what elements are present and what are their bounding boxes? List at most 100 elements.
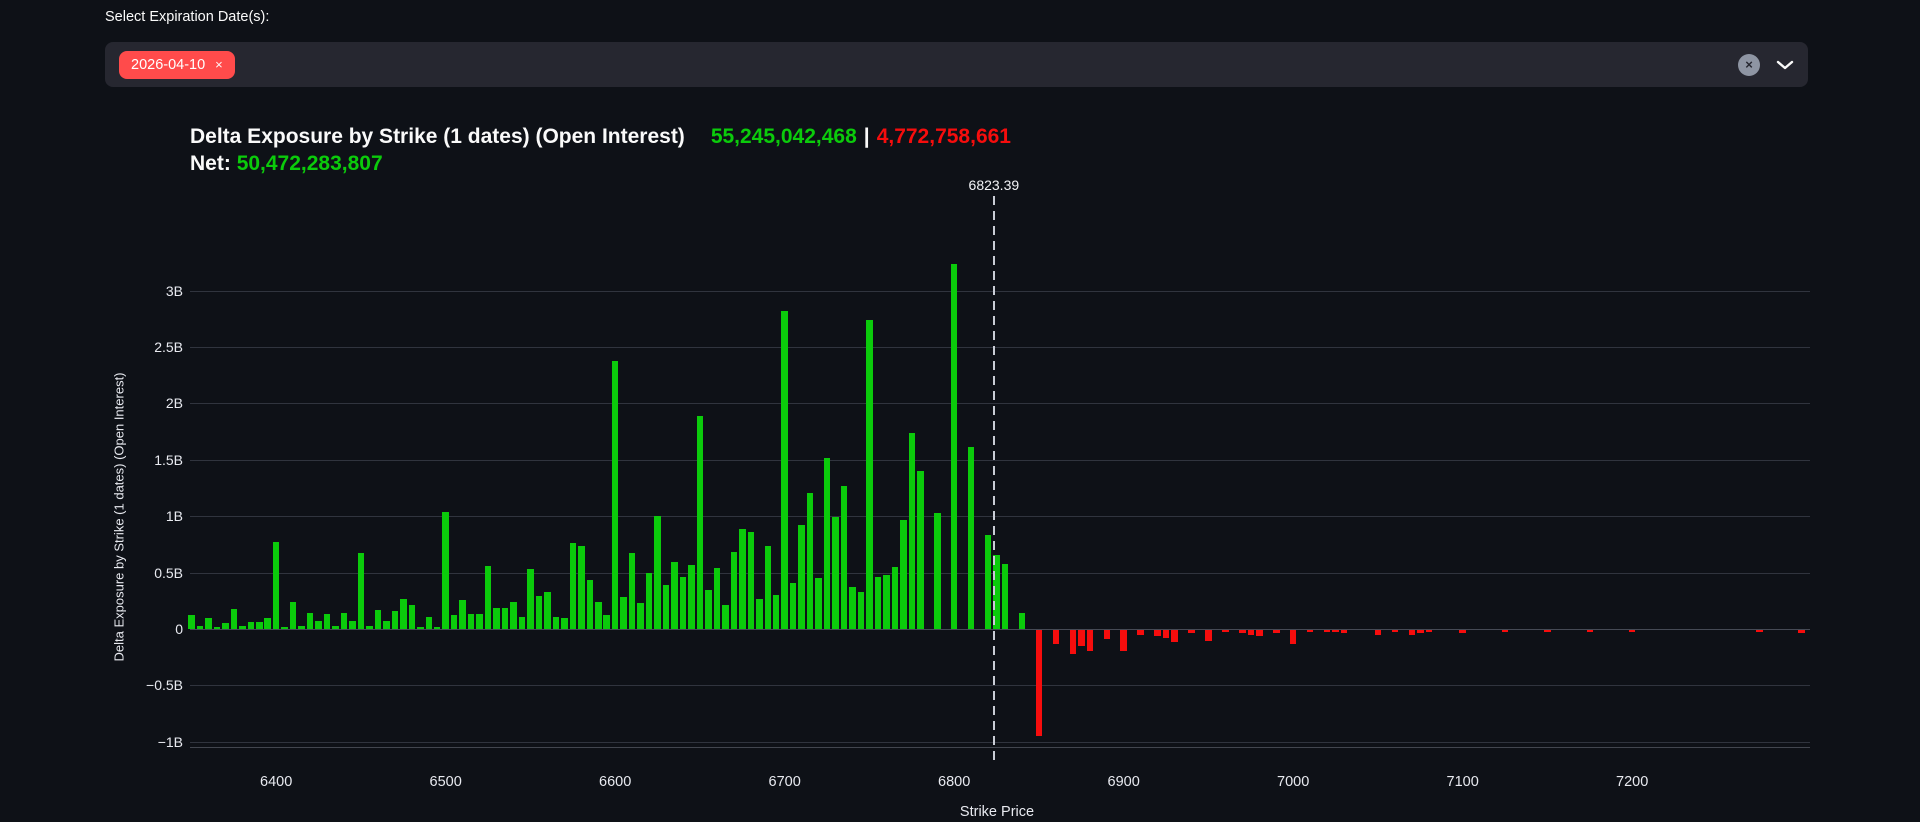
- bar-strike-6800[interactable]: [951, 264, 958, 629]
- bar-strike-6515[interactable]: [468, 614, 475, 629]
- bar-strike-6545[interactable]: [519, 617, 526, 629]
- bar-strike-7200[interactable]: [1629, 630, 1636, 632]
- bar-strike-6360[interactable]: [205, 618, 212, 629]
- bar-strike-6655[interactable]: [705, 590, 712, 629]
- expiration-multiselect[interactable]: 2026-04-10 × ×: [105, 42, 1808, 87]
- bar-strike-6725[interactable]: [824, 458, 831, 629]
- bar-strike-6495[interactable]: [434, 627, 441, 629]
- bar-strike-6770[interactable]: [900, 520, 907, 629]
- bar-strike-6355[interactable]: [197, 626, 204, 629]
- bar-strike-6365[interactable]: [214, 627, 221, 629]
- bar-strike-6420[interactable]: [307, 613, 314, 629]
- bar-strike-6440[interactable]: [341, 613, 348, 629]
- bar-strike-6690[interactable]: [765, 546, 772, 629]
- bar-strike-6650[interactable]: [697, 416, 704, 629]
- bar-strike-6470[interactable]: [392, 611, 399, 629]
- bar-strike-6755[interactable]: [875, 577, 882, 629]
- bar-strike-6860[interactable]: [1053, 630, 1060, 644]
- bar-strike-6585[interactable]: [587, 580, 594, 629]
- bar-strike-6560[interactable]: [544, 592, 551, 629]
- bar-strike-6375[interactable]: [231, 609, 238, 629]
- bar-strike-7075[interactable]: [1417, 630, 1424, 633]
- bar-strike-6405[interactable]: [281, 627, 288, 629]
- bar-strike-7025[interactable]: [1332, 630, 1339, 632]
- bar-strike-7050[interactable]: [1375, 630, 1382, 635]
- bar-strike-6505[interactable]: [451, 615, 458, 629]
- bar-strike-6710[interactable]: [798, 525, 805, 629]
- chevron-down-icon[interactable]: [1776, 60, 1794, 70]
- bar-strike-6660[interactable]: [714, 568, 721, 629]
- bar-strike-7020[interactable]: [1324, 630, 1331, 632]
- bar-strike-6870[interactable]: [1070, 630, 1077, 654]
- clear-all-icon[interactable]: ×: [1738, 54, 1760, 76]
- bar-strike-7080[interactable]: [1426, 630, 1433, 632]
- bar-strike-6970[interactable]: [1239, 630, 1246, 633]
- bar-strike-6535[interactable]: [502, 608, 509, 629]
- remove-date-icon[interactable]: ×: [215, 58, 223, 71]
- bar-strike-6610[interactable]: [629, 553, 636, 629]
- bar-strike-7000[interactable]: [1290, 630, 1297, 644]
- bar-strike-6580[interactable]: [578, 546, 585, 629]
- bar-strike-6550[interactable]: [527, 569, 534, 629]
- bar-strike-7275[interactable]: [1756, 630, 1763, 632]
- bar-strike-6465[interactable]: [383, 621, 390, 629]
- bar-strike-6435[interactable]: [332, 626, 339, 629]
- bar-strike-6520[interactable]: [476, 614, 483, 629]
- bar-strike-6455[interactable]: [366, 626, 373, 629]
- bar-strike-6685[interactable]: [756, 599, 763, 629]
- bar-strike-7010[interactable]: [1307, 630, 1314, 632]
- bar-strike-6980[interactable]: [1256, 630, 1263, 636]
- bar-strike-6680[interactable]: [748, 532, 755, 629]
- bar-strike-6810[interactable]: [968, 447, 975, 629]
- bar-strike-6700[interactable]: [781, 311, 788, 629]
- bar-strike-6730[interactable]: [832, 517, 839, 629]
- bar-strike-6880[interactable]: [1087, 630, 1094, 651]
- bar-strike-6925[interactable]: [1163, 630, 1170, 638]
- bar-strike-6960[interactable]: [1222, 630, 1229, 632]
- bar-strike-6600[interactable]: [612, 361, 619, 629]
- bar-strike-6850[interactable]: [1036, 630, 1043, 736]
- bar-strike-6590[interactable]: [595, 602, 602, 629]
- bar-strike-6780[interactable]: [917, 471, 924, 629]
- bar-strike-6875[interactable]: [1078, 630, 1085, 646]
- bar-strike-7150[interactable]: [1544, 630, 1551, 632]
- bar-strike-6400[interactable]: [273, 542, 280, 629]
- bar-strike-7060[interactable]: [1392, 630, 1399, 632]
- bar-strike-6370[interactable]: [222, 623, 229, 629]
- bar-strike-6565[interactable]: [553, 617, 560, 629]
- bar-strike-6720[interactable]: [815, 578, 822, 629]
- bar-strike-6445[interactable]: [349, 621, 356, 629]
- bar-strike-6540[interactable]: [510, 602, 517, 629]
- bar-strike-6910[interactable]: [1137, 630, 1144, 635]
- bar-strike-6605[interactable]: [620, 597, 627, 629]
- bar-strike-7300[interactable]: [1798, 630, 1805, 633]
- bar-strike-6790[interactable]: [934, 513, 941, 629]
- bar-strike-6630[interactable]: [663, 585, 670, 629]
- bar-strike-6775[interactable]: [909, 433, 916, 629]
- bar-strike-6675[interactable]: [739, 529, 746, 629]
- bar-strike-6705[interactable]: [790, 583, 797, 629]
- bar-strike-6990[interactable]: [1273, 630, 1280, 633]
- bar-strike-6760[interactable]: [883, 575, 890, 629]
- bar-strike-6625[interactable]: [654, 516, 661, 629]
- bar-strike-6740[interactable]: [849, 587, 856, 629]
- bar-strike-6555[interactable]: [536, 596, 543, 629]
- bar-strike-6380[interactable]: [239, 626, 246, 629]
- bar-strike-6415[interactable]: [298, 626, 305, 629]
- bar-strike-6640[interactable]: [680, 577, 687, 629]
- bar-strike-6635[interactable]: [671, 562, 678, 629]
- bar-strike-6765[interactable]: [892, 567, 899, 629]
- bar-strike-6745[interactable]: [858, 592, 865, 629]
- bar-strike-7030[interactable]: [1341, 630, 1348, 633]
- bar-strike-6715[interactable]: [807, 493, 814, 629]
- bar-strike-6425[interactable]: [315, 621, 322, 629]
- bar-strike-6920[interactable]: [1154, 630, 1161, 636]
- bar-strike-6620[interactable]: [646, 573, 653, 629]
- bar-strike-6475[interactable]: [400, 599, 407, 629]
- bar-strike-6665[interactable]: [722, 605, 729, 629]
- bar-strike-6450[interactable]: [358, 553, 365, 629]
- bar-strike-6900[interactable]: [1120, 630, 1127, 651]
- bar-strike-6530[interactable]: [493, 608, 500, 629]
- bar-strike-7125[interactable]: [1502, 630, 1509, 632]
- bar-strike-6750[interactable]: [866, 320, 873, 629]
